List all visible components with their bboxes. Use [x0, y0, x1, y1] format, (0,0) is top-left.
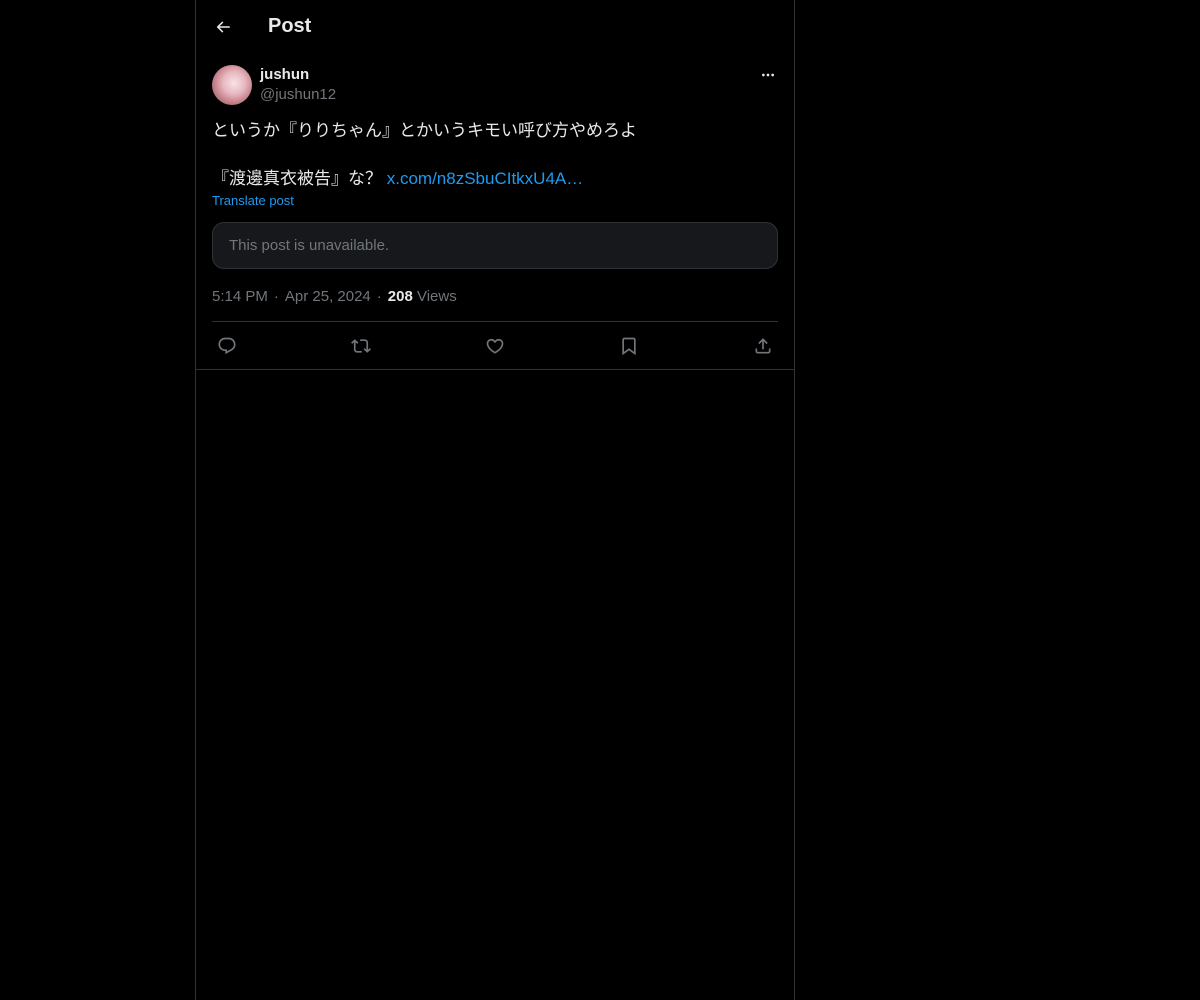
author-row: jushun @jushun12	[212, 65, 778, 105]
post-text: というか『りりちゃん』とかいうキモい呼び方やめろよ 『渡邊真衣被告』な？ x.c…	[212, 119, 778, 191]
post-text-segment: 『渡邊真衣被告』な？	[212, 169, 387, 188]
author-names: jushun @jushun12	[260, 65, 336, 105]
author-handle[interactable]: @jushun12	[260, 85, 336, 105]
translate-post-link[interactable]: Translate post	[212, 193, 294, 208]
primary-column: Post jushun @jushun12 というか『りりちゃん』とかいうキモい…	[195, 0, 795, 1000]
page-title: Post	[268, 15, 312, 37]
unavailable-message: This post is unavailable.	[229, 237, 390, 254]
page-header: Post	[196, 0, 794, 53]
share-icon	[755, 337, 771, 353]
repost-button[interactable]	[350, 335, 372, 357]
like-icon	[486, 338, 504, 354]
more-horizontal-icon	[762, 73, 774, 77]
post-detail: jushun @jushun12 というか『りりちゃん』とかいうキモい呼び方やめ…	[196, 53, 794, 370]
share-button[interactable]	[752, 335, 774, 357]
post-meta: 5:14 PM · Apr 25, 2024 · 208 Views	[212, 288, 778, 322]
post-text-line: 『渡邊真衣被告』な？ x.com/n8zSbuCItkxU4A…	[212, 167, 778, 191]
bookmark-button[interactable]	[618, 335, 640, 357]
back-button[interactable]	[212, 16, 234, 38]
reply-icon	[218, 337, 236, 354]
more-options-button[interactable]	[758, 67, 778, 83]
action-bar	[196, 322, 794, 370]
views-label: Views	[416, 288, 457, 305]
reply-button[interactable]	[216, 335, 238, 357]
avatar[interactable]	[212, 65, 252, 105]
post-time[interactable]: 5:14 PM	[212, 288, 268, 305]
meta-separator: ·	[273, 288, 279, 305]
bookmark-icon	[622, 337, 636, 355]
post-date[interactable]: Apr 25, 2024	[285, 288, 371, 305]
views-count: 208	[387, 288, 413, 305]
author-display-name[interactable]: jushun	[260, 65, 336, 85]
post-text-blank-line	[212, 143, 778, 167]
meta-separator: ·	[376, 288, 382, 305]
repost-icon	[351, 338, 371, 353]
arrow-left-icon	[216, 20, 230, 33]
like-button[interactable]	[484, 335, 506, 357]
post-text-line: というか『りりちゃん』とかいうキモい呼び方やめろよ	[212, 121, 637, 140]
post-link[interactable]: x.com/n8zSbuCItkxU4A…	[387, 169, 584, 188]
quoted-post-unavailable: This post is unavailable.	[212, 222, 778, 269]
